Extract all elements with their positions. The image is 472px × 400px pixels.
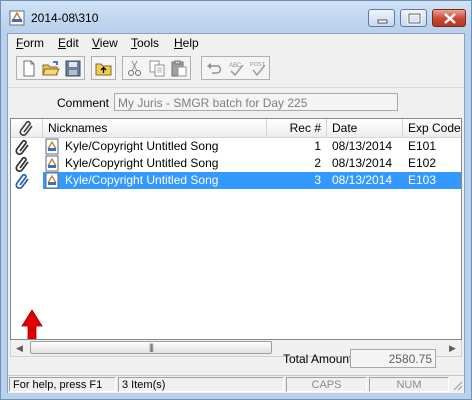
minimize-icon [377, 19, 388, 24]
resize-grip-icon[interactable] [451, 379, 463, 391]
scroll-right-button[interactable]: ▶ [444, 340, 461, 356]
menu-edit[interactable]: Edit [58, 36, 79, 50]
grid-header: Nicknames Rec # Date Exp Code [11, 119, 461, 138]
scroll-thumb[interactable]: ||| [30, 341, 272, 354]
close-button[interactable] [432, 9, 466, 27]
menu-help-mnemonic: H [174, 36, 183, 50]
toolbar-group-nav [91, 56, 116, 80]
maximize-button[interactable] [400, 9, 427, 27]
undo-icon[interactable] [204, 59, 224, 78]
cell-nickname: Kyle/Copyright Untitled Song [65, 156, 219, 170]
table-row[interactable]: Kyle/Copyright Untitled Song 1 08/13/2014 E… [11, 138, 461, 155]
paperclip-icon[interactable] [15, 139, 31, 155]
open-folder-icon[interactable] [41, 59, 61, 78]
paperclip-icon [19, 120, 33, 136]
toolbar-group-edit: ABC POST [201, 56, 270, 80]
status-num-indicator: NUM [369, 377, 449, 392]
total-amount-label: Total Amount [283, 352, 353, 366]
title-bar[interactable]: 2014-08\310 [1, 1, 471, 33]
menu-edit-mnemonic: E [58, 36, 67, 50]
menu-bar: Form Edit View Tools Help [8, 34, 464, 53]
column-header-exp-code[interactable]: Exp Code [403, 119, 461, 137]
menu-tools-label: ools [137, 36, 160, 50]
entries-grid[interactable]: Nicknames Rec # Date Exp Code Kyle/Copyr… [10, 118, 462, 340]
menu-view-label: iew [99, 36, 118, 50]
status-help-text: For help, press F1 [9, 377, 116, 392]
toolbar-group-file [16, 56, 85, 80]
cell-rec: 2 [314, 156, 321, 170]
menu-form-label: orm [23, 36, 45, 50]
column-header-nicknames[interactable]: Nicknames [43, 119, 267, 137]
up-folder-icon[interactable] [94, 59, 114, 78]
menu-help-label: elp [182, 36, 199, 50]
toolbar-group-clipboard [122, 56, 191, 80]
total-amount-field: 2580.75 [350, 349, 436, 368]
paperclip-icon[interactable] [15, 156, 31, 172]
status-caps-indicator: CAPS [286, 377, 367, 392]
menu-view-mnemonic: V [92, 36, 100, 50]
document-icon [45, 138, 59, 155]
app-window: 2014-08\310 Form Edit View Tools Help AB… [0, 0, 472, 400]
paste-icon[interactable] [169, 59, 189, 78]
column-header-rec[interactable]: Rec # [267, 119, 327, 137]
toolbar: ABC POST [8, 53, 464, 88]
cell-exp-code: E103 [408, 173, 437, 187]
document-icon [45, 155, 59, 172]
status-bar: For help, press F1 3 Item(s) CAPS NUM [8, 375, 464, 393]
scroll-left-button[interactable]: ◀ [11, 340, 28, 356]
new-icon[interactable] [19, 59, 39, 78]
cell-nickname: Kyle/Copyright Untitled Song [65, 173, 219, 187]
menu-help[interactable]: Help [174, 36, 199, 50]
comment-label: Comment [57, 96, 110, 110]
client-area: Form Edit View Tools Help ABC POST Comme… [7, 33, 465, 393]
paperclip-icon[interactable] [15, 173, 31, 189]
cell-rec: 3 [314, 173, 321, 187]
cell-date: 08/13/2014 [332, 139, 393, 153]
close-icon [444, 13, 456, 24]
window-title: 2014-08\310 [31, 11, 99, 25]
maximize-icon [407, 12, 422, 25]
menu-tools[interactable]: Tools [131, 36, 159, 50]
spellcheck-icon[interactable]: ABC [226, 59, 246, 78]
minimize-button[interactable] [368, 9, 395, 27]
cell-rec: 1 [314, 139, 321, 153]
cell-date: 08/13/2014 [332, 156, 393, 170]
cell-exp-code: E102 [408, 156, 437, 170]
cell-exp-code: E101 [408, 139, 437, 153]
cell-nickname: Kyle/Copyright Untitled Song [65, 139, 219, 153]
post-icon[interactable]: POST [248, 59, 268, 78]
document-icon [45, 172, 59, 189]
cut-icon[interactable] [125, 59, 145, 78]
cell-date: 08/13/2014 [332, 173, 393, 187]
menu-edit-label: dit [66, 36, 79, 50]
table-row[interactable]: Kyle/Copyright Untitled Song 2 08/13/2014 E… [11, 155, 461, 172]
attachment-column-header[interactable] [11, 119, 43, 137]
save-icon[interactable] [63, 59, 83, 78]
app-icon [9, 10, 25, 26]
red-arrow-icon [21, 309, 43, 339]
table-row[interactable]: Kyle/Copyright Untitled Song 3 08/13/2014 E… [11, 172, 461, 189]
status-item-count: 3 Item(s) [118, 377, 284, 392]
menu-form[interactable]: Form [16, 36, 44, 50]
column-header-date[interactable]: Date [327, 119, 403, 137]
comment-field[interactable]: My Juris - SMGR batch for Day 225 [114, 93, 398, 111]
copy-icon[interactable] [147, 59, 167, 78]
menu-view[interactable]: View [92, 36, 118, 50]
